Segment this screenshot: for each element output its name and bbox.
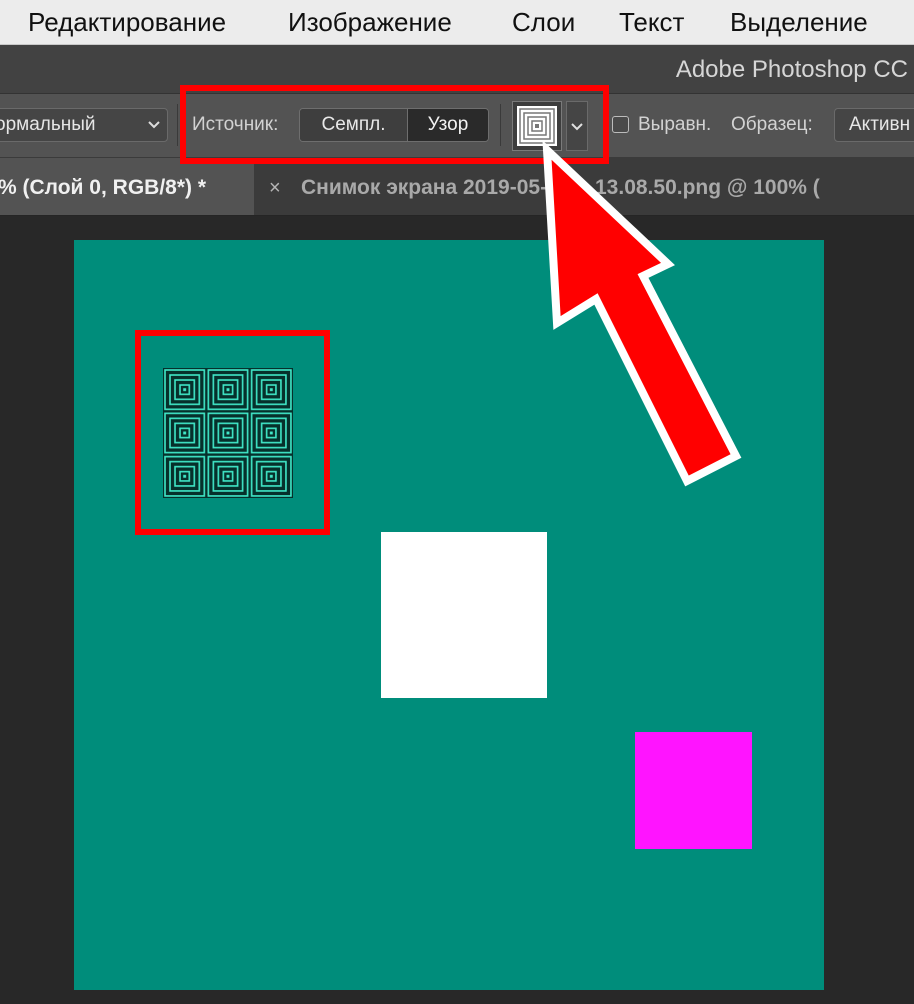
align-checkbox[interactable] <box>612 116 629 133</box>
document-tab-bar: % (Слой 0, RGB/8*) * × Снимок экрана 201… <box>0 158 914 216</box>
tab-inactive-title: Снимок экрана 2019-05-19 в 13.08.50.png … <box>301 176 820 199</box>
menu-item-edit[interactable]: Редактирование <box>28 0 226 44</box>
tab-active-document[interactable]: % (Слой 0, RGB/8*) * <box>0 158 254 215</box>
highlight-pattern-sample <box>135 330 330 535</box>
white-square <box>381 532 547 698</box>
tab-screenshot-document[interactable]: × Снимок экрана 2019-05-19 в 13.08.50.pn… <box>255 158 914 215</box>
app-title: Adobe Photoshop CC <box>675 56 908 83</box>
menu-item-type[interactable]: Текст <box>619 0 684 44</box>
align-label[interactable]: Выравн. <box>638 108 711 142</box>
menu-bar: Редактирование Изображение Слои Текст Вы… <box>0 0 914 45</box>
close-icon[interactable]: × <box>269 158 281 215</box>
tab-active-title: % (Слой 0, RGB/8*) * <box>0 176 207 199</box>
sample-value: Активн <box>849 114 911 135</box>
sample-label: Образец: <box>731 114 813 135</box>
menu-item-layers[interactable]: Слои <box>512 0 575 44</box>
menu-item-image[interactable]: Изображение <box>288 0 452 44</box>
magenta-square <box>635 732 752 849</box>
blend-mode-select[interactable]: ормальный <box>0 108 168 142</box>
chevron-down-icon <box>148 121 160 129</box>
highlight-source-pattern <box>180 85 609 164</box>
menu-item-select[interactable]: Выделение <box>730 0 868 44</box>
blend-mode-value: ормальный <box>0 114 96 135</box>
sample-select[interactable]: Активн <box>834 108 914 142</box>
toolbar-divider <box>177 104 178 146</box>
